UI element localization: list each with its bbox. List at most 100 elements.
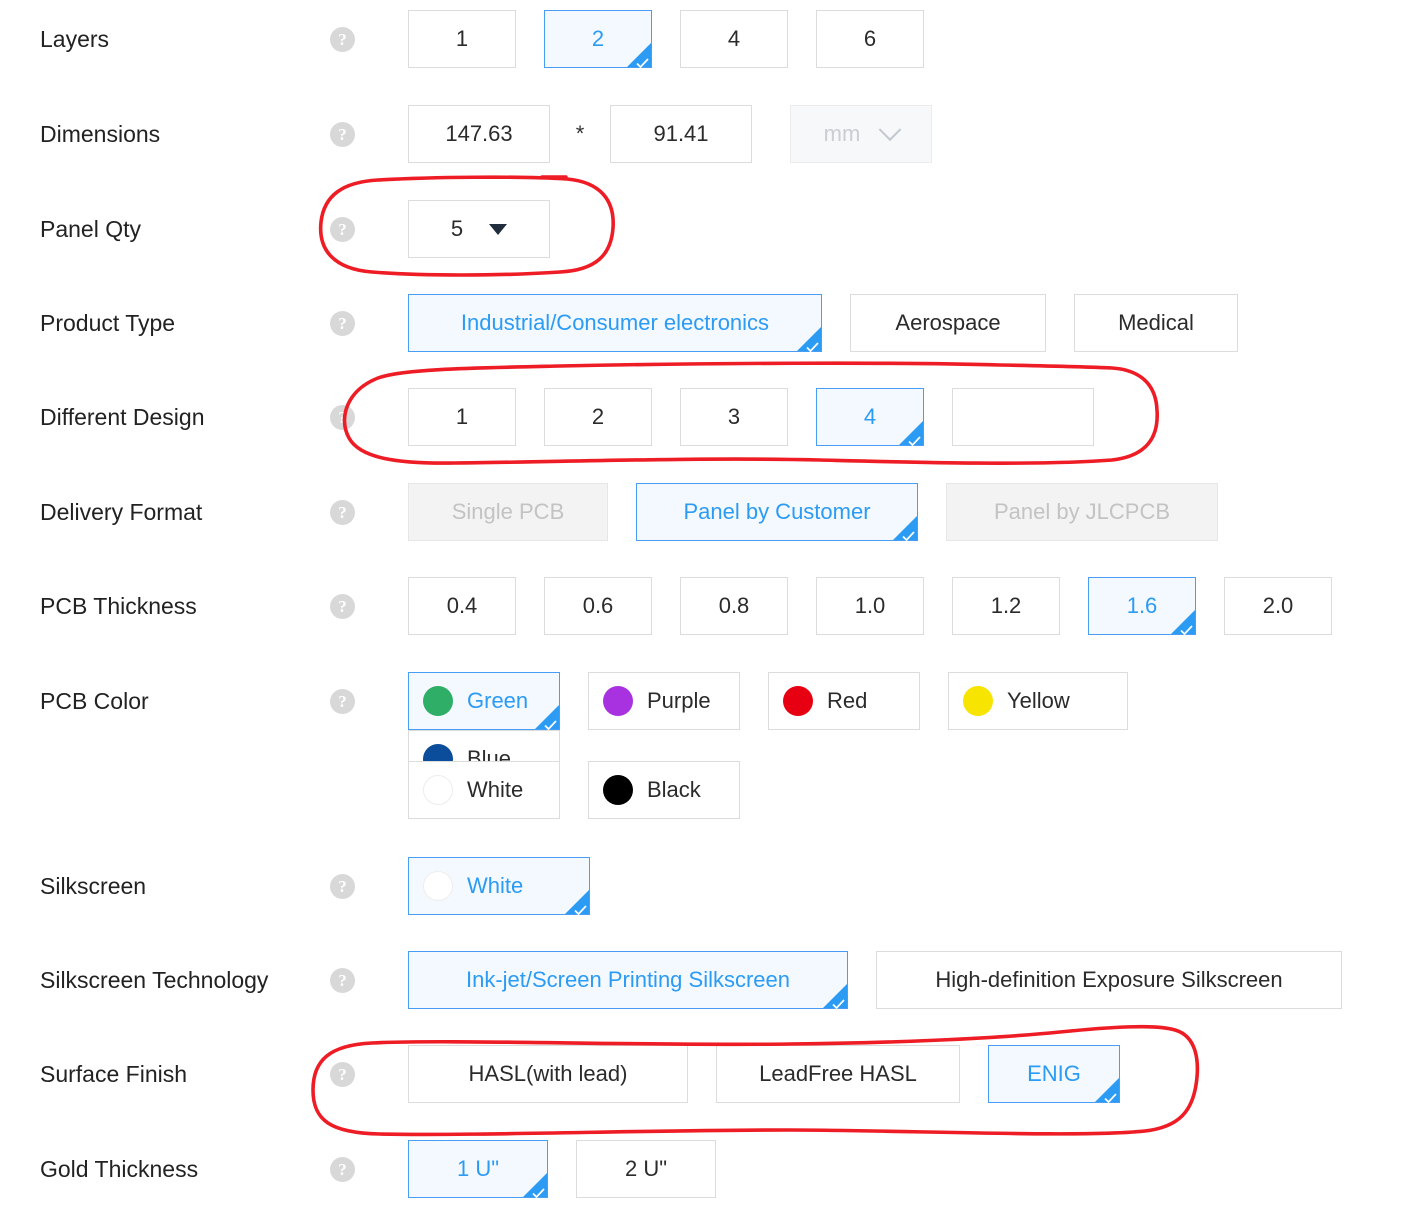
options-delivery-format: Single PCB Panel by Customer Panel by JL… [408,483,1246,542]
option-different-design-3[interactable]: 3 [680,388,788,446]
option-different-design-1[interactable]: 1 [408,388,516,446]
option-label: 2 [591,26,605,51]
option-label: Panel by Customer [683,499,871,524]
form-row-pcb-thickness: PCB Thickness ? 0.4 0.6 0.8 1.0 1.2 1.6 … [0,577,1408,636]
option-label: ENIG [1027,1061,1081,1086]
check-icon [806,341,819,354]
option-delivery-format-single-pcb[interactable]: Single PCB [408,483,608,541]
row-label-dimensions: Dimensions [40,121,161,147]
option-pcb-color-purple[interactable]: Purple [588,672,740,730]
option-gold-thickness-2u[interactable]: 2 U" [576,1140,716,1198]
option-pcb-thickness-2-0[interactable]: 2.0 [1224,577,1332,635]
help-icon[interactable]: ? [330,967,355,993]
unit-value: mm [823,121,861,146]
form-row-gold-thickness: Gold Thickness ? 1 U" 2 U" [0,1140,1408,1199]
option-label: Purple [647,688,711,713]
option-silkscreen-white[interactable]: White [408,857,590,917]
option-product-type-industrial[interactable]: Industrial/Consumer electronics [408,294,822,354]
option-label: 1.6 [1126,593,1158,618]
option-pcb-thickness-1-0[interactable]: 1.0 [816,577,924,635]
option-label: White [467,777,524,802]
option-product-type-medical[interactable]: Medical [1074,294,1238,352]
option-surface-finish-enig[interactable]: ENIG [988,1045,1120,1104]
option-surface-finish-leadfree-hasl[interactable]: LeadFree HASL [716,1045,960,1103]
form-row-layers: Layers ? 1 2 4 6 [0,10,1408,69]
options-surface-finish: HASL(with lead) LeadFree HASL ENIG [408,1045,1148,1104]
option-layers-2[interactable]: 2 [544,10,652,69]
dimension-unit-select[interactable]: mm [790,105,932,163]
help-icon[interactable]: ? [330,873,355,899]
help-icon[interactable]: ? [330,688,355,714]
option-label: White [467,873,524,898]
panel-qty-select[interactable]: 5 [408,200,550,258]
help-icon[interactable]: ? [330,121,355,147]
option-different-design-4[interactable]: 4 [816,388,924,448]
help-col-product-type: ? [330,294,408,352]
help-col-spacer [330,761,408,819]
help-icon[interactable]: ? [330,404,355,430]
check-icon [908,435,921,448]
row-label-pcb-thickness: PCB Thickness [40,593,197,619]
check-icon [574,904,587,917]
option-surface-finish-hasl-lead[interactable]: HASL(with lead) [408,1045,688,1103]
option-delivery-format-panel-by-customer[interactable]: Panel by Customer [636,483,918,542]
color-swatch-green [423,686,453,716]
option-label: Ink-jet/Screen Printing Silkscreen [465,967,791,992]
form-row-surface-finish: Surface Finish ? HASL(with lead) LeadFre… [0,1045,1408,1104]
option-pcb-color-white[interactable]: White [408,761,560,819]
help-col-pcb-color: ? [330,672,408,730]
help-col-surface-finish: ? [330,1045,408,1103]
option-pcb-thickness-1-6[interactable]: 1.6 [1088,577,1196,636]
form-row-dimensions: Dimensions ? 147.63 * 91.41 mm [0,105,1408,163]
option-pcb-thickness-0-8[interactable]: 0.8 [680,577,788,635]
options-product-type: Industrial/Consumer electronics Aerospac… [408,294,1266,354]
option-silkscreen-tech-high-definition[interactable]: High-definition Exposure Silkscreen [876,951,1342,1009]
help-col-layers: ? [330,10,408,68]
row-label-pcb-color: PCB Color [40,688,149,714]
options-gold-thickness: 1 U" 2 U" [408,1140,744,1199]
help-col-gold-thickness: ? [330,1140,408,1198]
options-different-design: 1 2 3 4 [408,388,1122,448]
options-silkscreen: White [408,857,618,917]
option-product-type-aerospace[interactable]: Aerospace [850,294,1046,352]
help-icon[interactable]: ? [330,499,355,525]
row-label-silkscreen-technology: Silkscreen Technology [40,967,269,993]
option-layers-4[interactable]: 4 [680,10,788,68]
option-pcb-thickness-1-2[interactable]: 1.2 [952,577,1060,635]
row-label-surface-finish: Surface Finish [40,1061,188,1087]
color-swatch-black [603,775,633,805]
option-gold-thickness-1u[interactable]: 1 U" [408,1140,548,1199]
option-pcb-color-yellow[interactable]: Yellow [948,672,1128,730]
option-delivery-format-panel-by-jlcpcb[interactable]: Panel by JLCPCB [946,483,1218,541]
options-pcb-thickness: 0.4 0.6 0.8 1.0 1.2 1.6 2.0 [408,577,1360,636]
option-silkscreen-tech-inkjet[interactable]: Ink-jet/Screen Printing Silkscreen [408,951,848,1010]
color-swatch-white [423,871,453,901]
option-layers-6[interactable]: 6 [816,10,924,68]
help-icon[interactable]: ? [330,1061,355,1087]
option-pcb-thickness-0-4[interactable]: 0.4 [408,577,516,635]
different-design-custom-input[interactable] [952,388,1094,446]
help-col-panel-qty: ? [330,200,408,258]
row-label-different-design: Different Design [40,404,205,430]
option-pcb-color-red[interactable]: Red [768,672,920,730]
option-pcb-color-green[interactable]: Green [408,672,560,732]
help-icon[interactable]: ? [330,216,355,242]
options-layers: 1 2 4 6 [408,10,952,69]
option-layers-1[interactable]: 1 [408,10,516,68]
row-label-gold-thickness: Gold Thickness [40,1156,199,1182]
pcb-order-form: Layers ? 1 2 4 6 Dimensions ? 147.63 * 9… [0,0,1408,1218]
option-pcb-thickness-0-6[interactable]: 0.6 [544,577,652,635]
check-icon [544,719,557,732]
form-row-different-design: Different Design ? 1 2 3 4 [0,388,1408,448]
form-row-product-type: Product Type ? Industrial/Consumer elect… [0,294,1408,354]
dimension-height-input[interactable]: 91.41 [610,105,752,163]
color-swatch-white [423,775,453,805]
help-col-silkscreen-technology: ? [330,951,408,1009]
help-icon[interactable]: ? [330,593,355,619]
help-icon[interactable]: ? [330,1156,355,1182]
dimension-width-input[interactable]: 147.63 [408,105,550,163]
help-icon[interactable]: ? [330,310,355,336]
option-pcb-color-black[interactable]: Black [588,761,740,819]
option-different-design-2[interactable]: 2 [544,388,652,446]
help-icon[interactable]: ? [330,26,355,52]
